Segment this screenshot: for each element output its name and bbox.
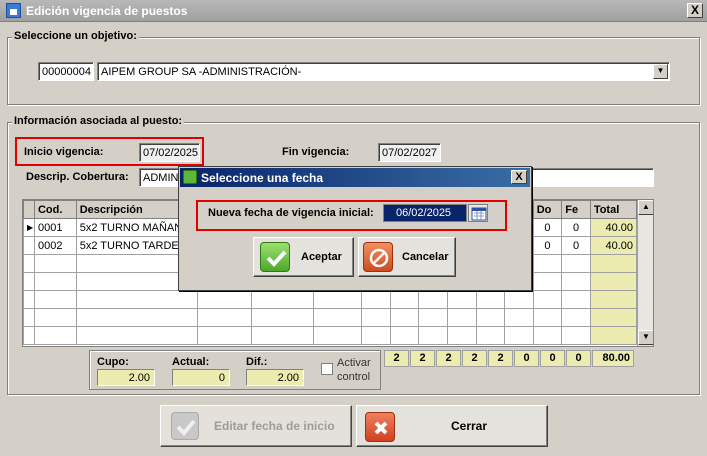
window-title: Edición vigencia de puestos bbox=[26, 4, 188, 18]
scroll-down-icon[interactable]: ▼ bbox=[638, 330, 653, 345]
calendar-icon[interactable] bbox=[468, 204, 488, 222]
grid-header-indicator bbox=[23, 200, 35, 219]
cancel-icon bbox=[363, 242, 393, 272]
inicio-label: Inicio vigencia: bbox=[24, 146, 104, 158]
total-cell: 2 bbox=[462, 350, 487, 367]
row-pointer-icon: ▶ bbox=[23, 218, 35, 237]
date-dialog: Seleccione una fecha X Nueva fecha de vi… bbox=[178, 166, 532, 291]
chevron-down-icon[interactable]: ▼ bbox=[653, 64, 668, 79]
row-do: 0 bbox=[532, 236, 563, 255]
total-cell: 0 bbox=[540, 350, 565, 367]
actual-field[interactable]: 0 bbox=[172, 369, 230, 386]
dialog-titlebar: Seleccione una fecha X bbox=[180, 168, 530, 187]
fin-label: Fin vigencia: bbox=[282, 146, 350, 158]
activar-checkbox[interactable] bbox=[321, 363, 333, 375]
window-close-button[interactable]: X bbox=[687, 3, 703, 18]
cancelar-button[interactable]: Cancelar bbox=[358, 237, 456, 277]
cupo-field[interactable]: 2.00 bbox=[97, 369, 155, 386]
cancelar-label: Cancelar bbox=[402, 251, 449, 263]
objective-name: AIPEM GROUP SA -ADMINISTRACIÓN- bbox=[101, 66, 302, 78]
activar-label-1: Activar bbox=[337, 357, 371, 369]
close-icon bbox=[365, 412, 395, 442]
grid-header-do[interactable]: Do bbox=[532, 200, 563, 219]
editar-fecha-button[interactable]: Editar fecha de inicio bbox=[160, 405, 352, 447]
scroll-up-icon[interactable]: ▲ bbox=[638, 200, 653, 215]
dialog-title: Seleccione una fecha bbox=[201, 171, 324, 185]
cerrar-button[interactable]: Cerrar bbox=[356, 405, 548, 447]
cerrar-label: Cerrar bbox=[451, 419, 488, 433]
fin-field[interactable]: 07/02/2027 bbox=[378, 143, 441, 162]
total-cell: 2 bbox=[410, 350, 435, 367]
objective-code-field[interactable]: 00000004 bbox=[38, 62, 94, 81]
check-icon bbox=[171, 412, 199, 440]
grid-header-fe[interactable]: Fe bbox=[561, 200, 591, 219]
row-total: 40.00 bbox=[589, 236, 638, 255]
row-fe: 0 bbox=[561, 218, 591, 237]
row-cod: 0001 bbox=[33, 218, 77, 237]
date-label: Nueva fecha de vigencia inicial: bbox=[208, 207, 374, 219]
dialog-close-button[interactable]: X bbox=[511, 170, 527, 184]
total-cell: 0 bbox=[514, 350, 539, 367]
cupo-label: Cupo: bbox=[97, 356, 129, 368]
descrip-label: Descrip. Cobertura: bbox=[26, 171, 129, 183]
grid-header-cod[interactable]: Cod. bbox=[33, 200, 77, 219]
grid-scrollbar[interactable]: ▲ ▼ bbox=[637, 200, 653, 346]
total-cell-sum: 80.00 bbox=[592, 350, 634, 367]
date-input[interactable]: 06/02/2025 bbox=[383, 204, 467, 222]
pencil-icon bbox=[183, 170, 197, 184]
total-cell: 2 bbox=[488, 350, 513, 367]
info-group-label: Información asociada al puesto: bbox=[12, 115, 185, 127]
window-titlebar: Edición vigencia de puestos X bbox=[0, 0, 707, 22]
inicio-field[interactable]: 07/02/2025 bbox=[139, 143, 200, 162]
aceptar-button[interactable]: Aceptar bbox=[253, 237, 354, 277]
total-cell: 0 bbox=[566, 350, 591, 367]
row-fe: 0 bbox=[561, 236, 591, 255]
actual-label: Actual: bbox=[172, 356, 210, 368]
activar-label-2: control bbox=[337, 371, 371, 383]
check-icon bbox=[260, 242, 290, 272]
objective-select[interactable]: AIPEM GROUP SA -ADMINISTRACIÓN- bbox=[97, 62, 670, 81]
objective-group-label: Seleccione un objetivo: bbox=[12, 30, 139, 42]
dif-label: Dif.: bbox=[246, 356, 268, 368]
app-icon bbox=[6, 3, 21, 18]
row-total: 40.00 bbox=[589, 218, 638, 237]
total-cell: 2 bbox=[384, 350, 409, 367]
grid-header-total[interactable]: Total bbox=[589, 200, 638, 219]
aceptar-label: Aceptar bbox=[301, 251, 342, 263]
total-cell: 2 bbox=[436, 350, 461, 367]
row-cod: 0002 bbox=[33, 236, 77, 255]
editar-fecha-label: Editar fecha de inicio bbox=[214, 419, 335, 433]
row-do: 0 bbox=[532, 218, 563, 237]
dif-field[interactable]: 2.00 bbox=[246, 369, 304, 386]
